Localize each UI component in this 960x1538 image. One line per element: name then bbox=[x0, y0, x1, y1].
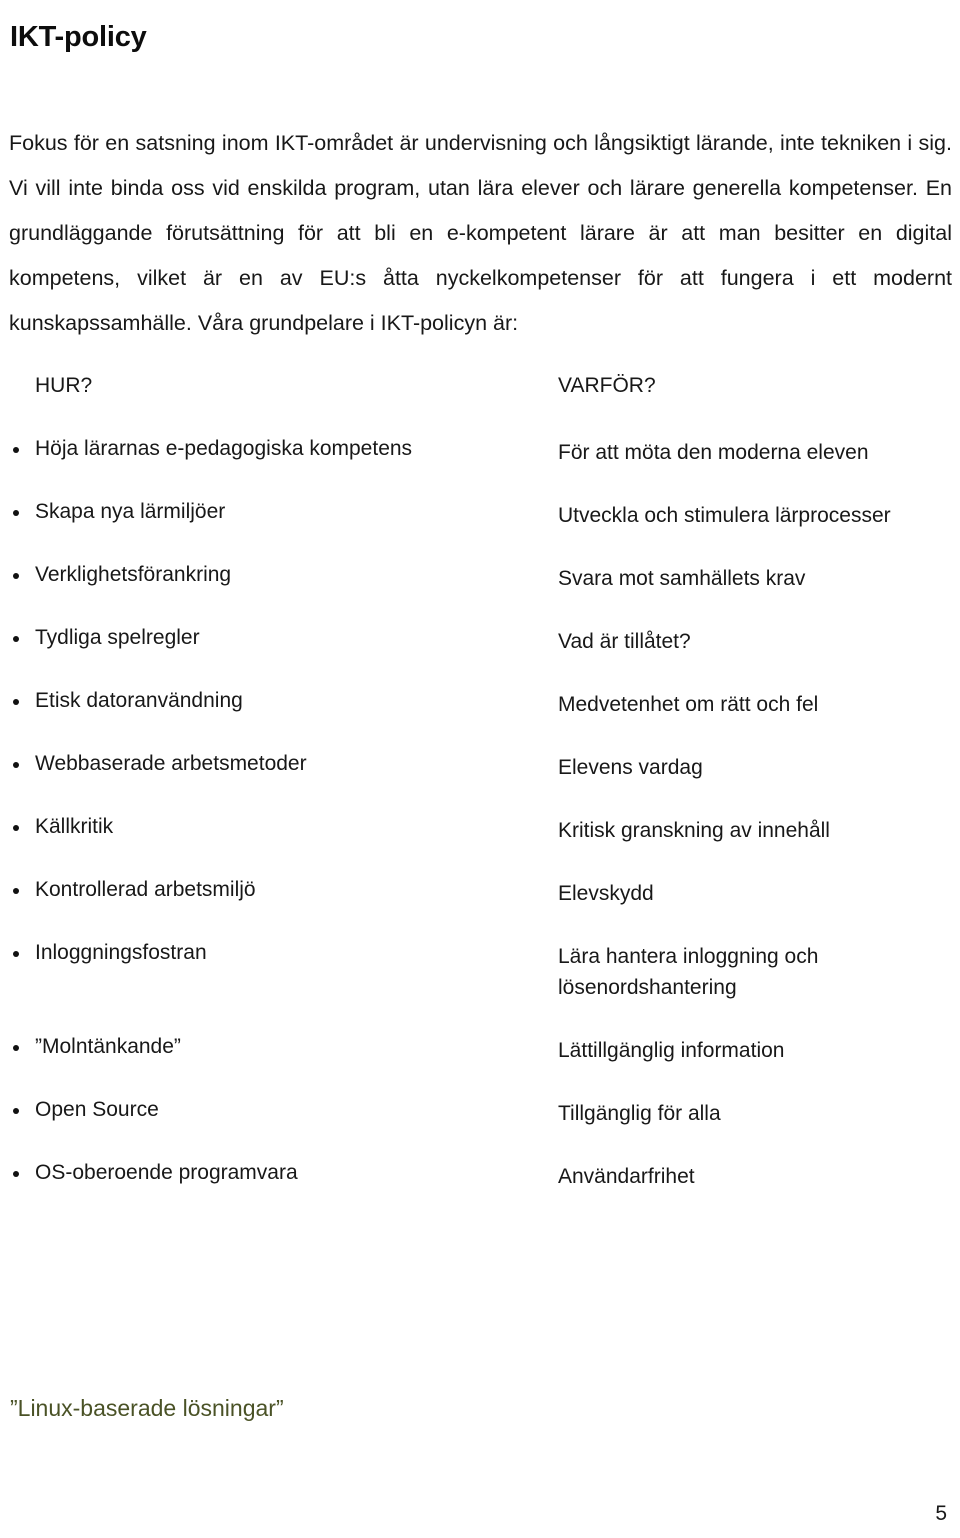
bullet-icon bbox=[13, 699, 19, 705]
how-cell: Källkritik bbox=[35, 815, 114, 838]
table-row: OS-oberoende programvara Användarfrihet bbox=[0, 1161, 960, 1224]
bullet-icon bbox=[13, 888, 19, 894]
why-cell: Lättillgänglig information bbox=[558, 1039, 785, 1062]
table-row: Inloggningsfostran Lära hantera inloggnin… bbox=[0, 941, 960, 1035]
table-rows: Höja lärarnas e-pedagogiska kompetens För… bbox=[0, 437, 960, 1224]
how-cell: Kontrollerad arbetsmiljö bbox=[35, 878, 256, 901]
bullet-icon bbox=[13, 762, 19, 768]
why-cell: Utveckla och stimulera lärprocesser bbox=[558, 504, 891, 527]
how-cell: Höja lärarnas e-pedagogiska kompetens bbox=[35, 437, 413, 460]
table-row: Kontrollerad arbetsmiljö Elevskydd bbox=[0, 878, 960, 941]
why-cell: Lära hantera inloggning och lösenordshan… bbox=[558, 945, 819, 999]
how-cell: OS-oberoende programvara bbox=[35, 1161, 298, 1184]
bullet-icon bbox=[13, 510, 19, 516]
policy-table: HUR? VARFÖR? Höja lärarnas e-pedagogiska… bbox=[0, 374, 960, 1224]
why-cell: Användarfrihet bbox=[558, 1165, 695, 1188]
why-cell: Kritisk granskning av innehåll bbox=[558, 819, 830, 842]
how-cell: ”Molntänkande” bbox=[35, 1035, 181, 1058]
page-number: 5 bbox=[935, 1502, 947, 1525]
why-cell: Elevens vardag bbox=[558, 756, 703, 779]
bullet-icon bbox=[13, 1171, 19, 1177]
footer-note: ”Linux-baserade lösningar” bbox=[10, 1395, 284, 1421]
why-cell: Vad är tillåtet? bbox=[558, 630, 691, 653]
table-row: Källkritik Kritisk granskning av innehåll bbox=[0, 815, 960, 878]
bullet-icon bbox=[13, 1108, 19, 1114]
table-row: Skapa nya lärmiljöer Utveckla och stimule… bbox=[0, 500, 960, 563]
why-cell: För att möta den moderna eleven bbox=[558, 441, 869, 464]
how-cell: Open Source bbox=[35, 1098, 159, 1121]
bullet-icon bbox=[13, 1045, 19, 1051]
why-cell: Elevskydd bbox=[558, 882, 654, 905]
table-row: Verklighetsförankring Svara mot samhället… bbox=[0, 563, 960, 626]
column-header-how: HUR? bbox=[35, 374, 93, 397]
table-row: Tydliga spelregler Vad är tillåtet? bbox=[0, 626, 960, 689]
intro-paragraph: Fokus för en satsning inom IKT-området ä… bbox=[9, 130, 952, 335]
page-title: IKT-policy bbox=[10, 21, 147, 54]
column-header-why: VARFÖR? bbox=[558, 374, 656, 397]
table-row: Open Source Tillgänglig för alla bbox=[0, 1098, 960, 1161]
bullet-icon bbox=[13, 636, 19, 642]
why-cell: Medvetenhet om rätt och fel bbox=[558, 693, 819, 716]
why-cell: Tillgänglig för alla bbox=[558, 1102, 721, 1125]
bullet-icon bbox=[13, 825, 19, 831]
how-cell: Webbaserade arbetsmetoder bbox=[35, 752, 307, 775]
why-cell: Svara mot samhällets krav bbox=[558, 567, 806, 590]
bullet-icon bbox=[13, 447, 19, 453]
how-cell: Tydliga spelregler bbox=[35, 626, 200, 649]
table-row: ”Molntänkande” Lättillgänglig information bbox=[0, 1035, 960, 1098]
how-cell: Etisk datoranvändning bbox=[35, 689, 243, 712]
table-header-row: HUR? VARFÖR? bbox=[0, 374, 960, 437]
document-page: IKT-policy Fokus för en satsning inom IK… bbox=[0, 0, 960, 1538]
how-cell: Skapa nya lärmiljöer bbox=[35, 500, 226, 523]
bullet-icon bbox=[13, 573, 19, 579]
how-cell: Inloggningsfostran bbox=[35, 941, 207, 964]
bullet-icon bbox=[13, 951, 19, 957]
table-row: Webbaserade arbetsmetoder Elevens vardag bbox=[0, 752, 960, 815]
table-row: Höja lärarnas e-pedagogiska kompetens För… bbox=[0, 437, 960, 500]
table-row: Etisk datoranvändning Medvetenhet om rätt… bbox=[0, 689, 960, 752]
how-cell: Verklighetsförankring bbox=[35, 563, 232, 586]
